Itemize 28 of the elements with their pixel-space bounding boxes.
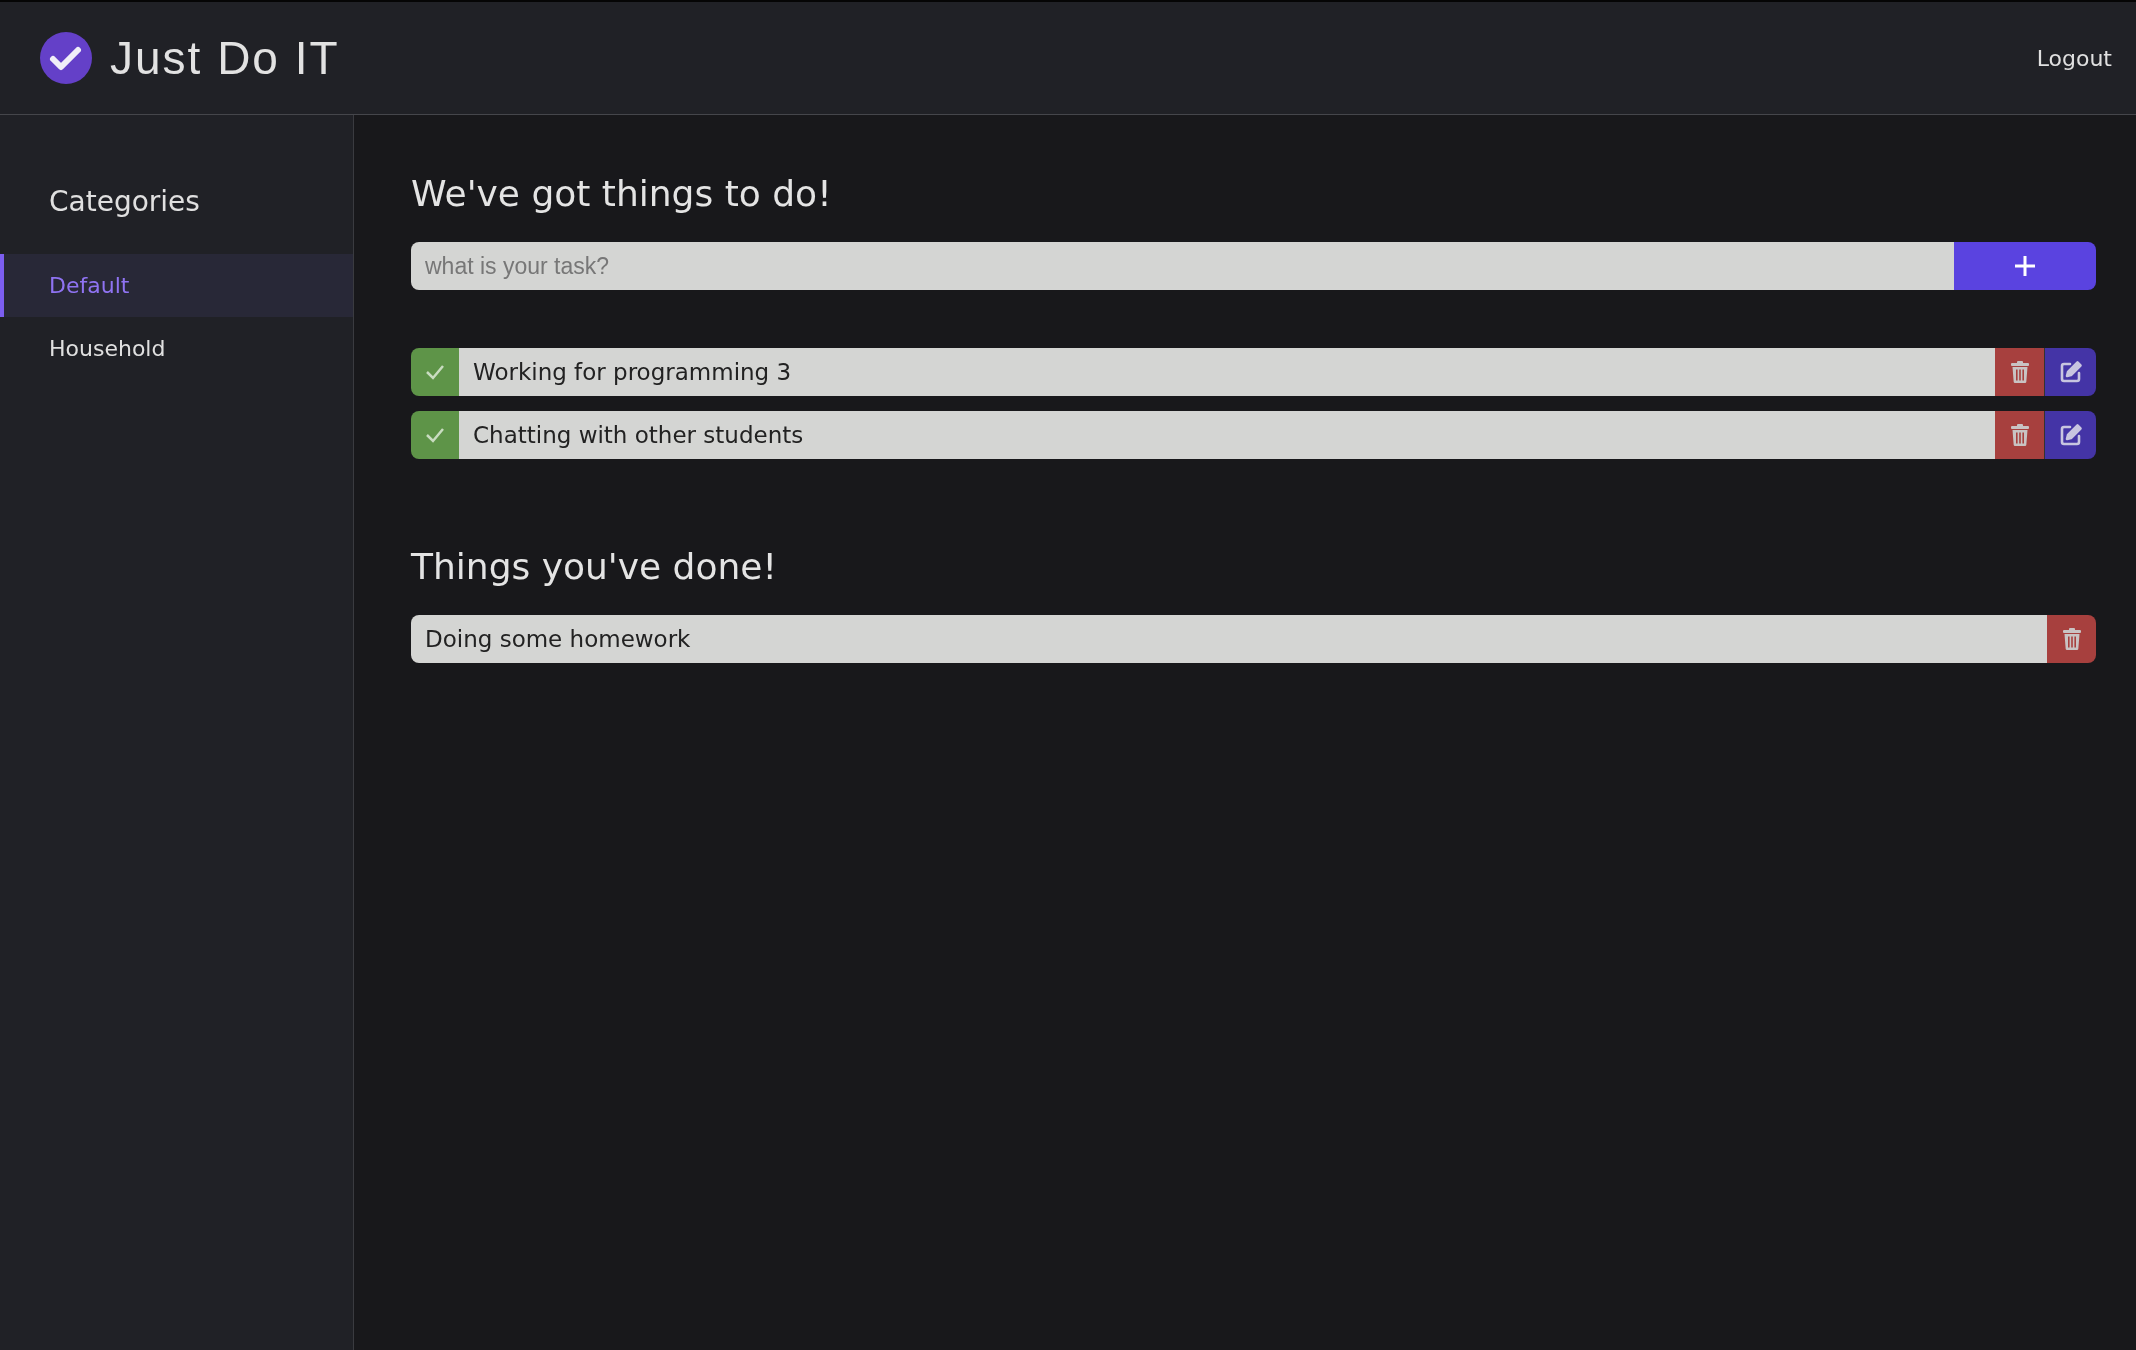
delete-button[interactable] [1995,348,2044,396]
section-heading: We've got things to do! [411,173,833,214]
task-text: Chatting with other students [459,411,1995,459]
delete-button[interactable] [1995,411,2044,459]
task-text: Working for programming 3 [459,348,1995,396]
sidebar-title: Categories [49,185,201,218]
delete-button[interactable] [2047,615,2096,663]
edit-icon [2058,360,2083,384]
trash-icon [2010,361,2029,383]
check-circle-logo-icon [40,32,92,84]
section-heading: Things you've done! [411,546,778,587]
check-icon [425,364,445,380]
plus-icon [2014,255,2036,277]
category-item[interactable]: Household [0,317,353,380]
trash-icon [2062,628,2081,650]
done-task-text: Doing some homework [411,615,2047,663]
edit-button[interactable] [2044,411,2096,459]
check-icon [425,427,445,443]
add-button[interactable] [1954,242,2096,290]
task-input[interactable]: what is your task? [411,242,1954,290]
edit-icon [2058,423,2083,447]
logout-link[interactable]: Logout [2036,45,2112,71]
trash-icon [2010,424,2029,446]
complete-button[interactable] [411,348,459,396]
app-title: Just Do IT [110,31,340,85]
edit-button[interactable] [2044,348,2096,396]
category-item[interactable]: Default [0,254,353,317]
complete-button[interactable] [411,411,459,459]
